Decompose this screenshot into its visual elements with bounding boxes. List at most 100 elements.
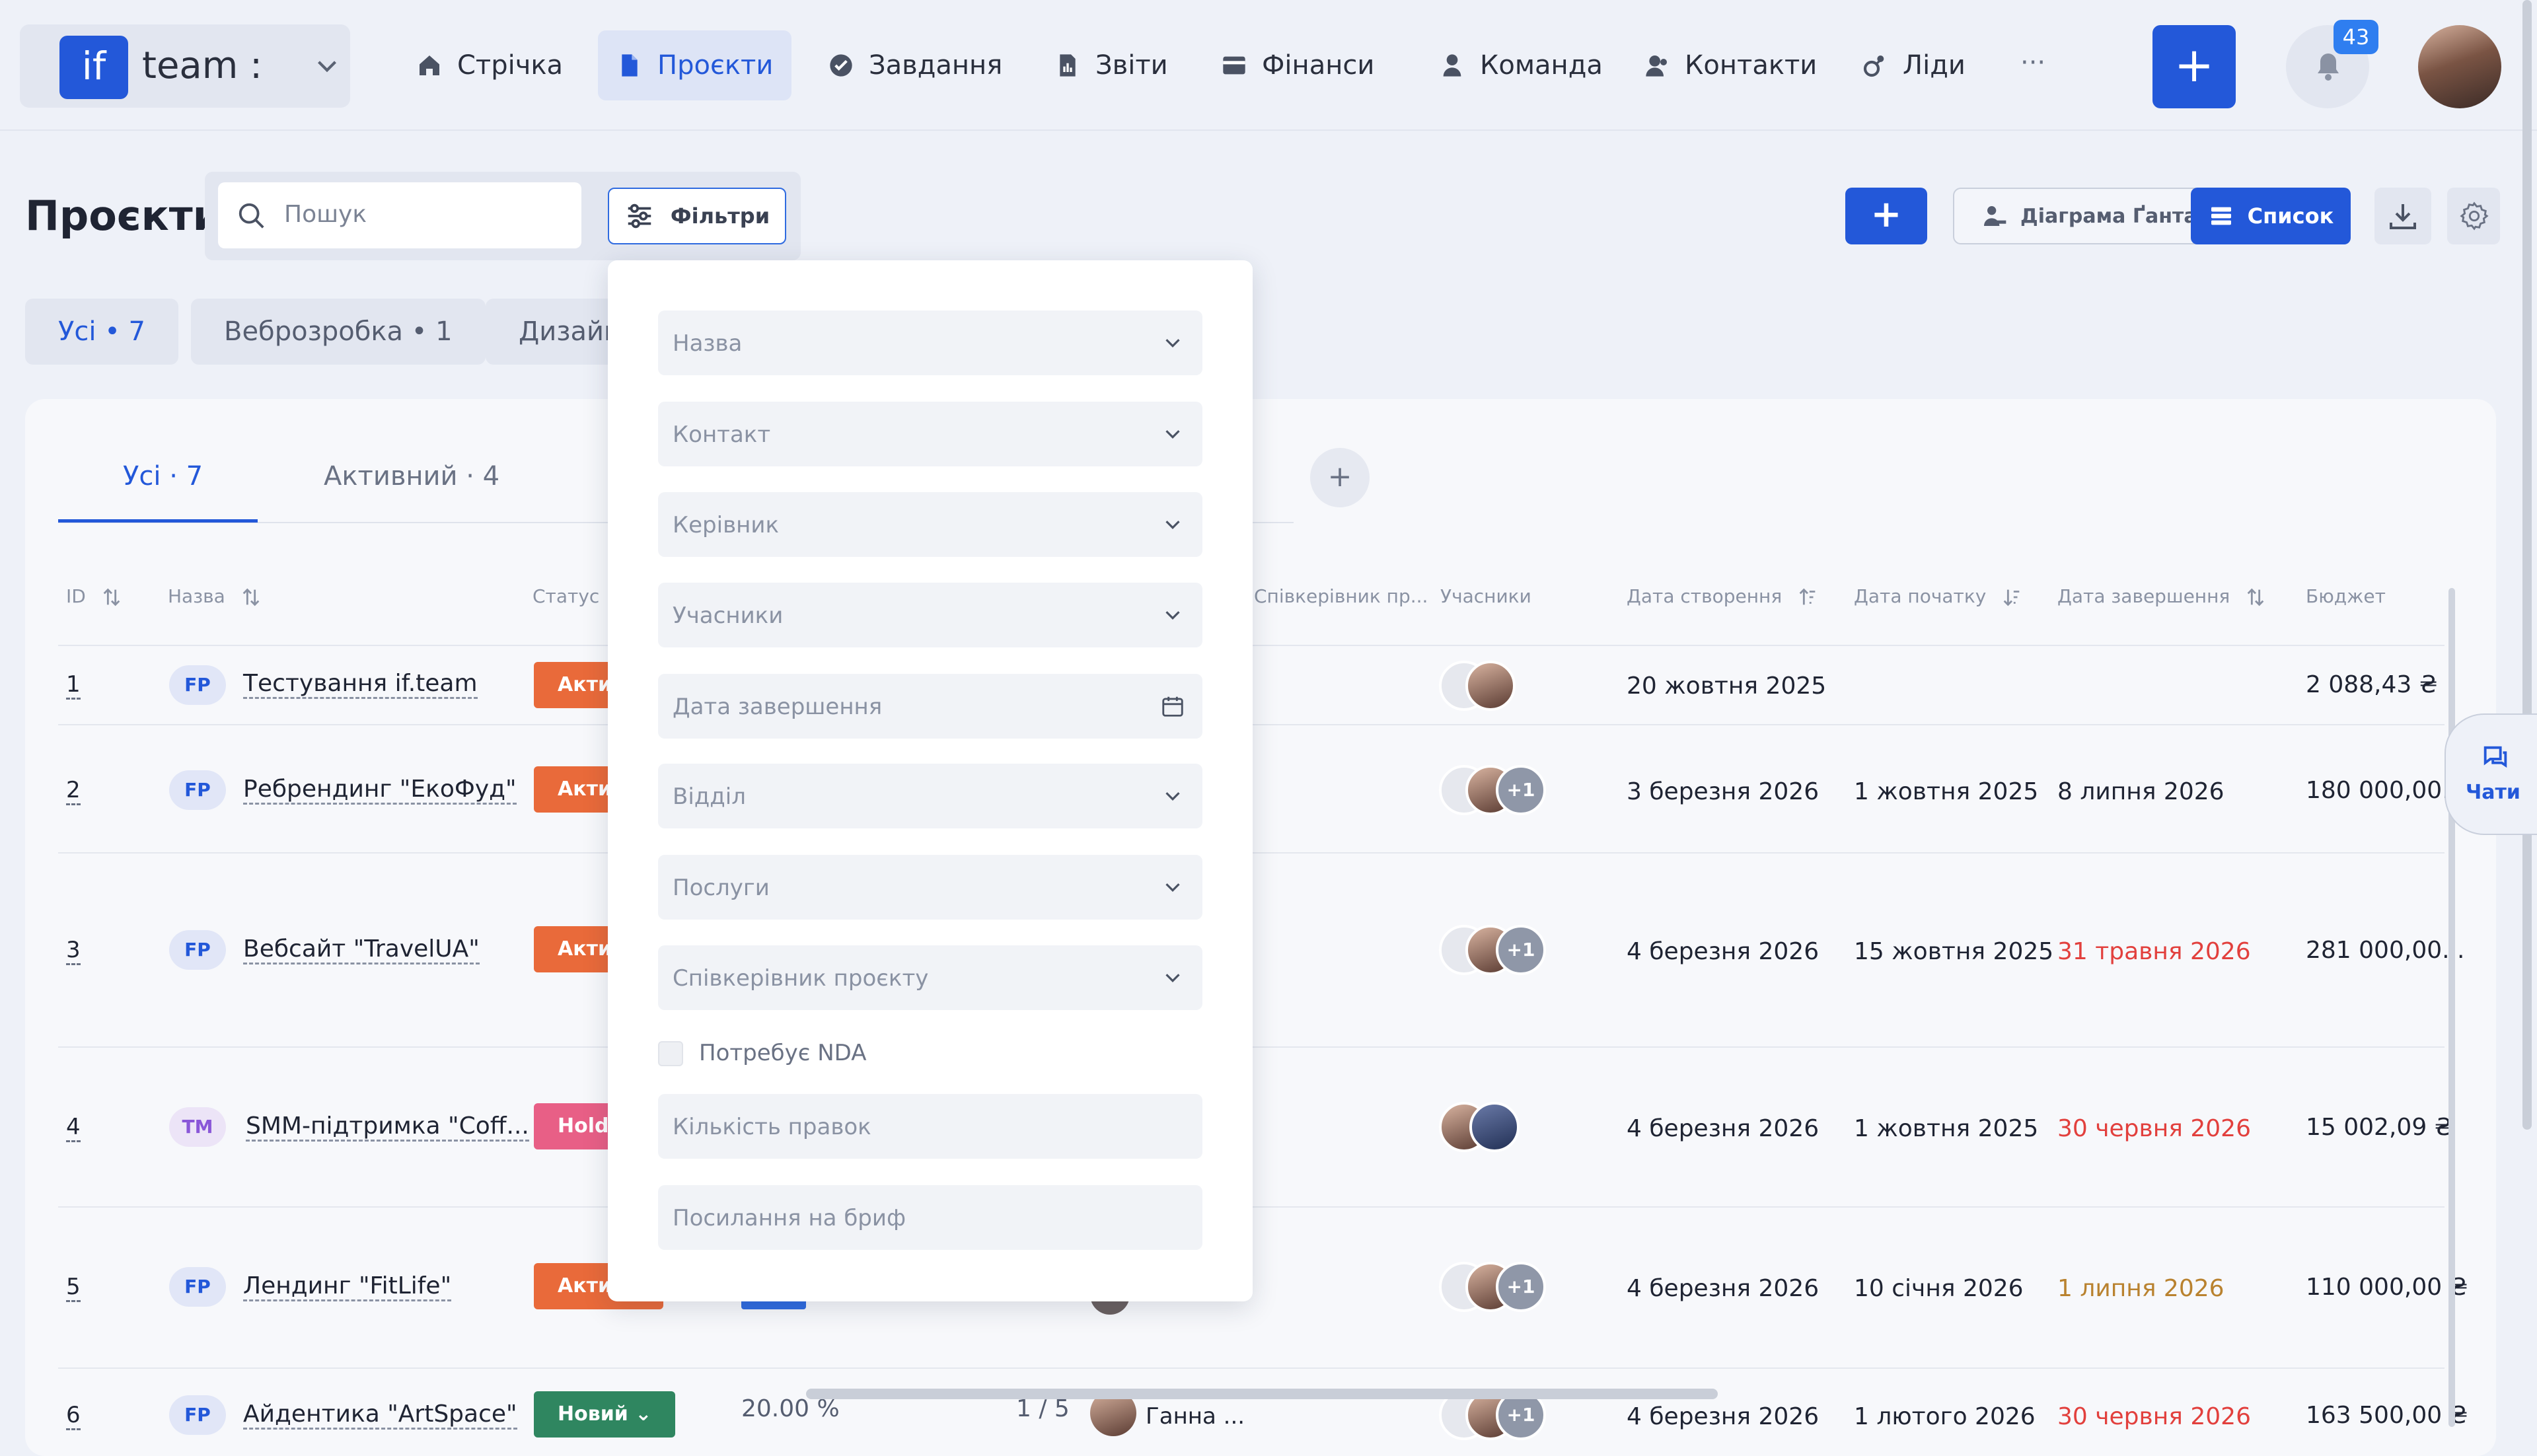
row-3-project-name[interactable]: Вебсайт "TravelUA" [243, 935, 480, 965]
member-avatar [1469, 1102, 1520, 1152]
nda-checkbox[interactable] [658, 1041, 683, 1066]
row-5-end-due-soon: 1 липня 2026 [2057, 1275, 2224, 1302]
tab-all[interactable]: Усі · 7 [123, 461, 203, 491]
chevron-down-icon [1165, 611, 1180, 620]
row-4-id[interactable]: 4 [66, 1114, 81, 1142]
nav-item-feed[interactable]: Стрічка [398, 30, 581, 100]
app-logo: if [59, 36, 128, 99]
gantt-icon [1984, 206, 2006, 226]
contacts-icon [1646, 55, 1667, 77]
column-coowner[interactable]: Співкерівник пр... [1254, 585, 1428, 607]
row-1-members[interactable] [1439, 661, 1518, 711]
filter-end-date-picker[interactable]: Дата завершення [658, 674, 1202, 739]
table-horizontal-scrollbar[interactable] [806, 1389, 1718, 1399]
person-icon [1443, 54, 1461, 77]
workspace-switcher[interactable]: if team : [20, 24, 350, 108]
row-1-id[interactable]: 1 [66, 671, 81, 700]
nav-item-contacts[interactable]: Контакти [1625, 30, 1835, 100]
row-4-members[interactable] [1439, 1102, 1525, 1152]
export-button[interactable] [2374, 188, 2431, 244]
filter-revisions-input[interactable]: Кількість правок [658, 1094, 1202, 1159]
filters-button[interactable]: Фільтри [608, 188, 786, 244]
table-settings-button[interactable] [2447, 188, 2500, 244]
filter-name-select[interactable]: Назва [658, 310, 1202, 375]
create-new-button[interactable]: + [2152, 25, 2236, 108]
search-icon [239, 203, 264, 229]
row-6-tasks: 1 / 5 [1016, 1395, 1070, 1422]
column-members[interactable]: Учасники [1440, 585, 1531, 607]
chevron-down-icon [1165, 883, 1180, 892]
nda-label: Потребує NDA [699, 1040, 867, 1066]
filter-brief-link-input[interactable]: Посилання на бриф [658, 1185, 1202, 1250]
tab-active-indicator [58, 519, 258, 523]
column-name[interactable]: Назва [168, 585, 262, 608]
row-2-project-name[interactable]: Ребрендинг "ЕкоФуд" [243, 776, 517, 805]
row-5-id[interactable]: 5 [66, 1274, 81, 1302]
row-4-type-badge: TM [169, 1107, 226, 1147]
row-6-coowner: Ганна ... [1146, 1403, 1245, 1430]
gantt-view-button[interactable]: Діаграма Ґанта [1981, 189, 2197, 243]
chevron-down-icon [1165, 430, 1180, 439]
row-5-budget: 110 000,00 ₴ [2306, 1274, 2468, 1301]
row-6-created: 4 березня 2026 [1627, 1403, 1820, 1430]
sort-descending-icon [2004, 589, 2020, 606]
row-6-id[interactable]: 6 [66, 1402, 81, 1430]
row-3-id[interactable]: 3 [66, 937, 81, 965]
chevron-down-icon [1165, 974, 1180, 982]
row-4-budget: 15 002,09 ₴ [2306, 1114, 2453, 1141]
row-2-members[interactable]: +1 [1439, 765, 1551, 815]
sort-icon [2247, 588, 2264, 606]
filter-contact-select[interactable]: Контакт [658, 402, 1202, 466]
column-id[interactable]: ID [66, 585, 123, 608]
nav-item-leads[interactable]: Ліди [1843, 30, 1984, 100]
filter-services-select[interactable]: Послуги [658, 855, 1202, 920]
row-4-start: 1 жовтня 2025 [1854, 1115, 2039, 1142]
page-vertical-scrollbar[interactable] [2522, 0, 2532, 1130]
nav-item-projects[interactable]: Проєкти [598, 30, 792, 100]
chip-all[interactable]: Усі • 7 [25, 299, 178, 365]
column-end[interactable]: Дата завершення [2057, 585, 2267, 608]
filter-coowner-select[interactable]: Співкерівник проєкту [658, 945, 1202, 1010]
filter-manager-select[interactable]: Керівник [658, 492, 1202, 557]
nav-item-reports[interactable]: Звіти [1036, 30, 1187, 100]
nav-item-team[interactable]: Команда [1420, 30, 1621, 100]
row-6-status-dropdown[interactable]: Новий ⌄ [534, 1391, 676, 1438]
chip-web-development[interactable]: Веброзробка • 1 [191, 299, 486, 365]
user-avatar[interactable] [2418, 25, 2501, 108]
sort-icon [242, 588, 260, 606]
tab-active[interactable]: Активний · 4 [324, 461, 499, 491]
chats-button[interactable]: Чати [2445, 713, 2537, 835]
filter-department-select[interactable]: Відділ [658, 764, 1202, 828]
row-2-id[interactable]: 2 [66, 777, 81, 805]
nav-item-finance[interactable]: Фінанси [1202, 30, 1393, 100]
search-input[interactable]: Пошук [218, 182, 581, 248]
row-5-project-name[interactable]: Лендинг "FitLife" [243, 1272, 452, 1301]
row-2-start: 1 жовтня 2025 [1854, 778, 2039, 805]
row-2-type-badge: FP [169, 770, 226, 810]
report-icon [1060, 54, 1076, 77]
row-6-project-name[interactable]: Айдентика "ArtSpace" [243, 1401, 517, 1430]
row-3-members[interactable]: +1 [1439, 925, 1551, 975]
column-status[interactable]: Статус [533, 585, 599, 607]
add-tab-button[interactable]: + [1310, 448, 1370, 507]
row-5-members[interactable]: +1 [1439, 1262, 1551, 1312]
filter-members-select[interactable]: Учасники [658, 583, 1202, 647]
row-3-start: 15 жовтня 2025 [1854, 938, 2054, 965]
row-6-end-overdue: 30 червня 2026 [2057, 1403, 2251, 1430]
row-2-created: 3 березня 2026 [1627, 778, 1820, 805]
row-4-end-overdue: 30 червня 2026 [2057, 1115, 2251, 1142]
column-budget[interactable]: Бюджет [2306, 585, 2386, 607]
row-1-project-name[interactable]: Тестування if.team [243, 670, 478, 699]
add-project-button[interactable]: + [1845, 188, 1927, 244]
nav-more-button[interactable]: ··· [2020, 48, 2045, 78]
nav-item-tasks[interactable]: Завдання [809, 30, 1021, 100]
row-3-created: 4 березня 2026 [1627, 938, 1820, 965]
column-created[interactable]: Дата створення [1627, 585, 1819, 608]
column-start[interactable]: Дата початку [1854, 585, 2023, 608]
row-4-project-name[interactable]: SMM-підтримка "Coff... [246, 1112, 529, 1142]
table-vertical-scrollbar[interactable] [2448, 588, 2455, 1427]
row-3-budget: 281 000,00... [2306, 937, 2465, 964]
list-view-button[interactable]: Список [2191, 188, 2351, 244]
check-circle-icon [830, 54, 852, 77]
member-avatar [1465, 661, 1516, 711]
